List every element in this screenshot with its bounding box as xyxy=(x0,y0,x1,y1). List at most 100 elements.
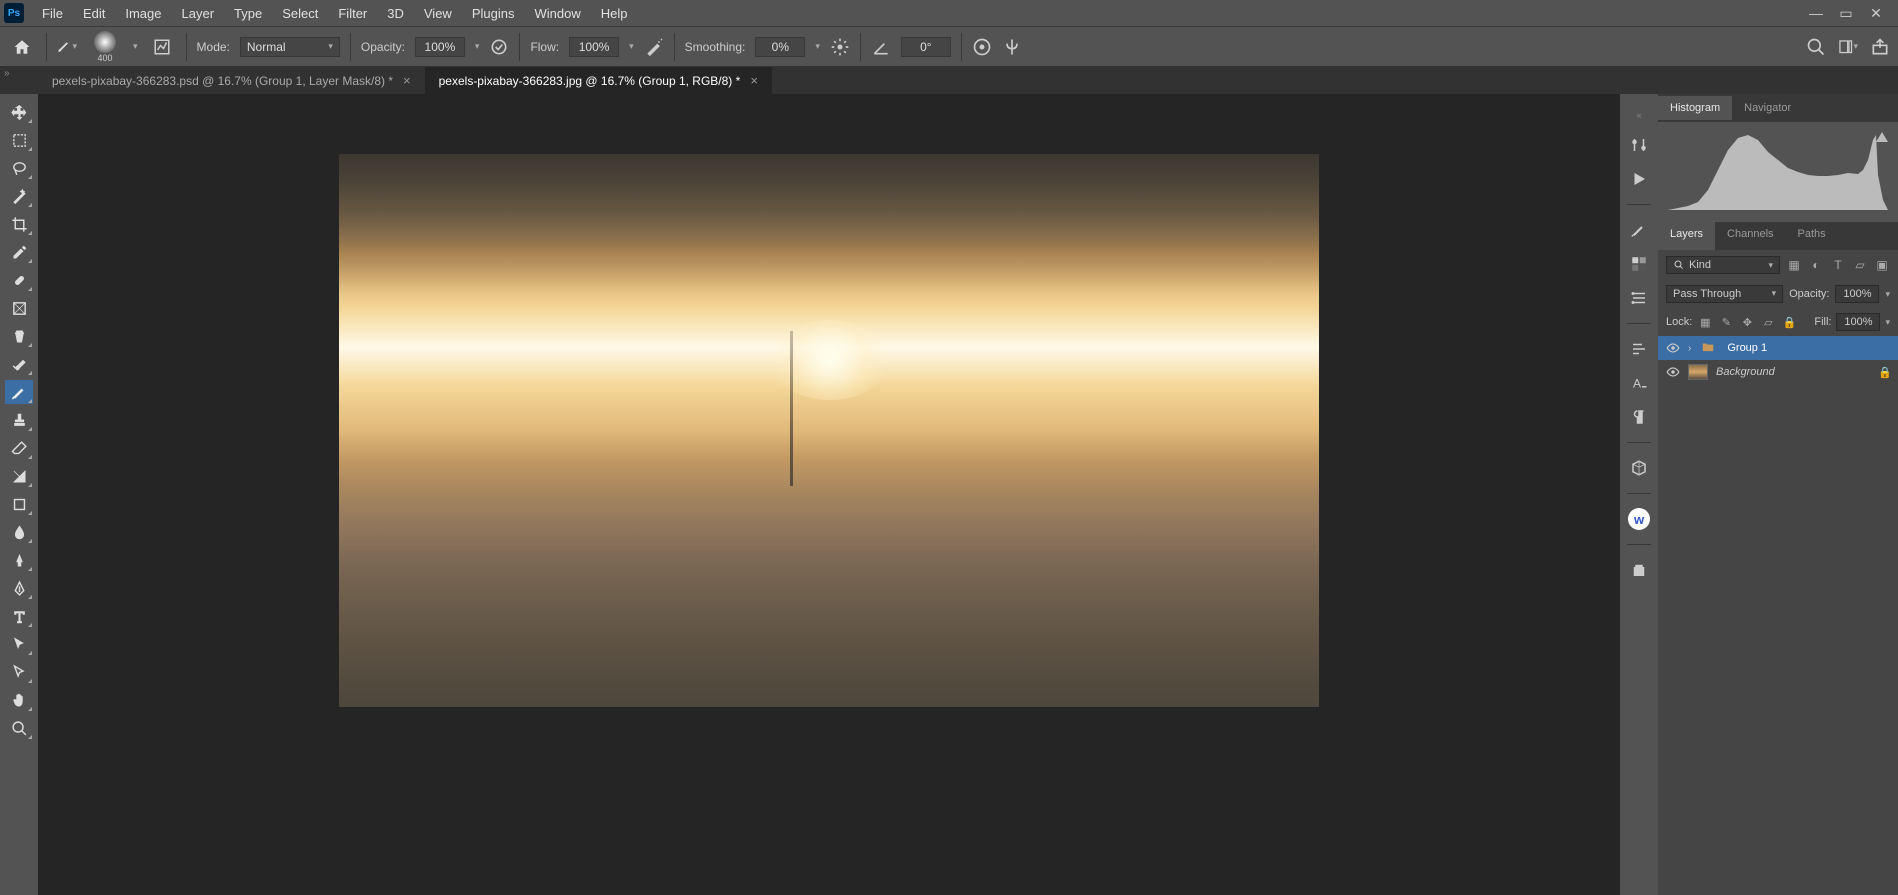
eraser-tool[interactable] xyxy=(5,436,33,460)
pressure-size-icon[interactable] xyxy=(972,37,992,57)
navigator-tab[interactable]: Navigator xyxy=(1732,96,1803,120)
brush-preset-picker[interactable]: 400 xyxy=(87,29,123,65)
close-window-button[interactable]: ✕ xyxy=(1868,5,1884,21)
expand-tabs-icon[interactable]: » xyxy=(4,68,10,79)
plugin-badge[interactable]: w xyxy=(1628,508,1650,530)
stamp-tool[interactable] xyxy=(5,408,33,432)
search-icon[interactable] xyxy=(1806,37,1826,57)
histogram-tab[interactable]: Histogram xyxy=(1658,96,1732,120)
angle-field[interactable]: 0° xyxy=(901,37,951,57)
fill-field[interactable]: 100% xyxy=(1836,313,1880,331)
filter-type-icon[interactable]: T xyxy=(1830,257,1846,273)
menu-select[interactable]: Select xyxy=(272,2,328,25)
menu-layer[interactable]: Layer xyxy=(172,2,225,25)
filter-shape-icon[interactable]: ▱ xyxy=(1852,257,1868,273)
visibility-toggle[interactable] xyxy=(1666,341,1680,355)
filter-adjust-icon[interactable]: ◐ xyxy=(1808,257,1824,273)
menu-window[interactable]: Window xyxy=(524,2,590,25)
layer-row-group[interactable]: › Group 1 xyxy=(1658,336,1898,360)
swatches-panel-icon[interactable] xyxy=(1628,253,1650,275)
layers-tab[interactable]: Layers xyxy=(1658,222,1715,250)
home-button[interactable] xyxy=(8,33,36,61)
play-panel-icon[interactable] xyxy=(1628,168,1650,190)
brush-tool-icon[interactable]: ▾ xyxy=(57,37,77,57)
lock-pixels-icon[interactable]: ▦ xyxy=(1697,314,1713,330)
symmetry-icon[interactable] xyxy=(1002,37,1022,57)
pressure-opacity-icon[interactable] xyxy=(489,37,509,57)
minimize-button[interactable]: — xyxy=(1808,5,1824,21)
menu-file[interactable]: File xyxy=(32,2,73,25)
blur-tool[interactable] xyxy=(5,520,33,544)
menu-filter[interactable]: Filter xyxy=(328,2,377,25)
lock-all-icon[interactable]: 🔒 xyxy=(1781,314,1797,330)
move-tool[interactable] xyxy=(5,100,33,124)
character-panel-icon[interactable]: A xyxy=(1628,372,1650,394)
chevron-down-icon[interactable]: ▾ xyxy=(133,41,138,52)
dodge-tool[interactable] xyxy=(5,548,33,572)
brush-panel-toggle[interactable] xyxy=(148,33,176,61)
type-tool[interactable] xyxy=(5,604,33,628)
angle-icon[interactable] xyxy=(871,37,891,57)
paragraph-panel-icon[interactable] xyxy=(1628,406,1650,428)
close-tab-icon[interactable]: × xyxy=(403,73,411,88)
gradient-tool[interactable] xyxy=(5,464,33,488)
menu-type[interactable]: Type xyxy=(224,2,272,25)
paths-tab[interactable]: Paths xyxy=(1786,222,1838,250)
lasso-tool[interactable] xyxy=(5,156,33,180)
filter-kind-select[interactable]: Kind ▾ xyxy=(1666,256,1780,274)
maximize-button[interactable]: ▭ xyxy=(1838,5,1854,21)
visibility-toggle[interactable] xyxy=(1666,365,1680,379)
zoom-tool[interactable] xyxy=(5,716,33,740)
bucket-tool[interactable] xyxy=(5,492,33,516)
mode-select[interactable]: Normal▾ xyxy=(240,37,340,57)
wand-tool[interactable] xyxy=(5,184,33,208)
layer-opacity-field[interactable]: 100% xyxy=(1835,285,1879,303)
history-brush-tool[interactable] xyxy=(5,352,33,376)
path-select-tool[interactable] xyxy=(5,632,33,656)
close-tab-icon[interactable]: × xyxy=(750,73,758,88)
lock-indicator-icon[interactable]: 🔒 xyxy=(1878,366,1890,378)
share-icon[interactable] xyxy=(1870,37,1890,57)
menu-image[interactable]: Image xyxy=(115,2,171,25)
brush-tool[interactable] xyxy=(5,380,33,404)
pen-tool[interactable] xyxy=(5,576,33,600)
workspace-icon[interactable]: ▾ xyxy=(1838,37,1858,57)
expand-group-icon[interactable]: › xyxy=(1688,343,1691,354)
healing-tool[interactable] xyxy=(5,268,33,292)
lock-artboard-icon[interactable]: ▱ xyxy=(1760,314,1776,330)
lock-position-icon[interactable]: ✥ xyxy=(1739,314,1755,330)
menu-3d[interactable]: 3D xyxy=(377,2,414,25)
menu-help[interactable]: Help xyxy=(591,2,638,25)
smoothing-field[interactable]: 0% xyxy=(755,37,805,57)
airbrush-icon[interactable] xyxy=(644,37,664,57)
canvas-image[interactable] xyxy=(339,154,1319,707)
layer-row-background[interactable]: Background 🔒 xyxy=(1658,360,1898,384)
crop-tool[interactable] xyxy=(5,212,33,236)
hand-tool[interactable] xyxy=(5,688,33,712)
layer-name[interactable]: Group 1 xyxy=(1727,342,1890,354)
menu-view[interactable]: View xyxy=(414,2,462,25)
libraries-panel-icon[interactable] xyxy=(1628,559,1650,581)
filter-smart-icon[interactable]: ▣ xyxy=(1874,257,1890,273)
properties-panel-icon[interactable] xyxy=(1628,338,1650,360)
canvas-area[interactable] xyxy=(38,94,1620,895)
clone-tool[interactable] xyxy=(5,324,33,348)
document-tab[interactable]: pexels-pixabay-366283.jpg @ 16.7% (Group… xyxy=(425,67,772,94)
lock-paint-icon[interactable]: ✎ xyxy=(1718,314,1734,330)
channels-tab[interactable]: Channels xyxy=(1715,222,1785,250)
layer-name[interactable]: Background xyxy=(1716,366,1870,378)
brushes-panel-icon[interactable] xyxy=(1628,219,1650,241)
blend-mode-select[interactable]: Pass Through▾ xyxy=(1666,285,1783,303)
document-tab[interactable]: pexels-pixabay-366283.psd @ 16.7% (Group… xyxy=(38,67,425,94)
eyedropper-tool[interactable] xyxy=(5,240,33,264)
menu-plugins[interactable]: Plugins xyxy=(462,2,525,25)
smoothing-options-icon[interactable] xyxy=(830,37,850,57)
align-panel-icon[interactable] xyxy=(1628,287,1650,309)
frame-tool[interactable] xyxy=(5,296,33,320)
filter-image-icon[interactable]: ▦ xyxy=(1786,257,1802,273)
adjustments-panel-icon[interactable] xyxy=(1628,134,1650,156)
3d-panel-icon[interactable] xyxy=(1628,457,1650,479)
expand-panels-icon[interactable]: « xyxy=(1634,108,1643,122)
marquee-tool[interactable] xyxy=(5,128,33,152)
flow-field[interactable]: 100% xyxy=(569,37,619,57)
